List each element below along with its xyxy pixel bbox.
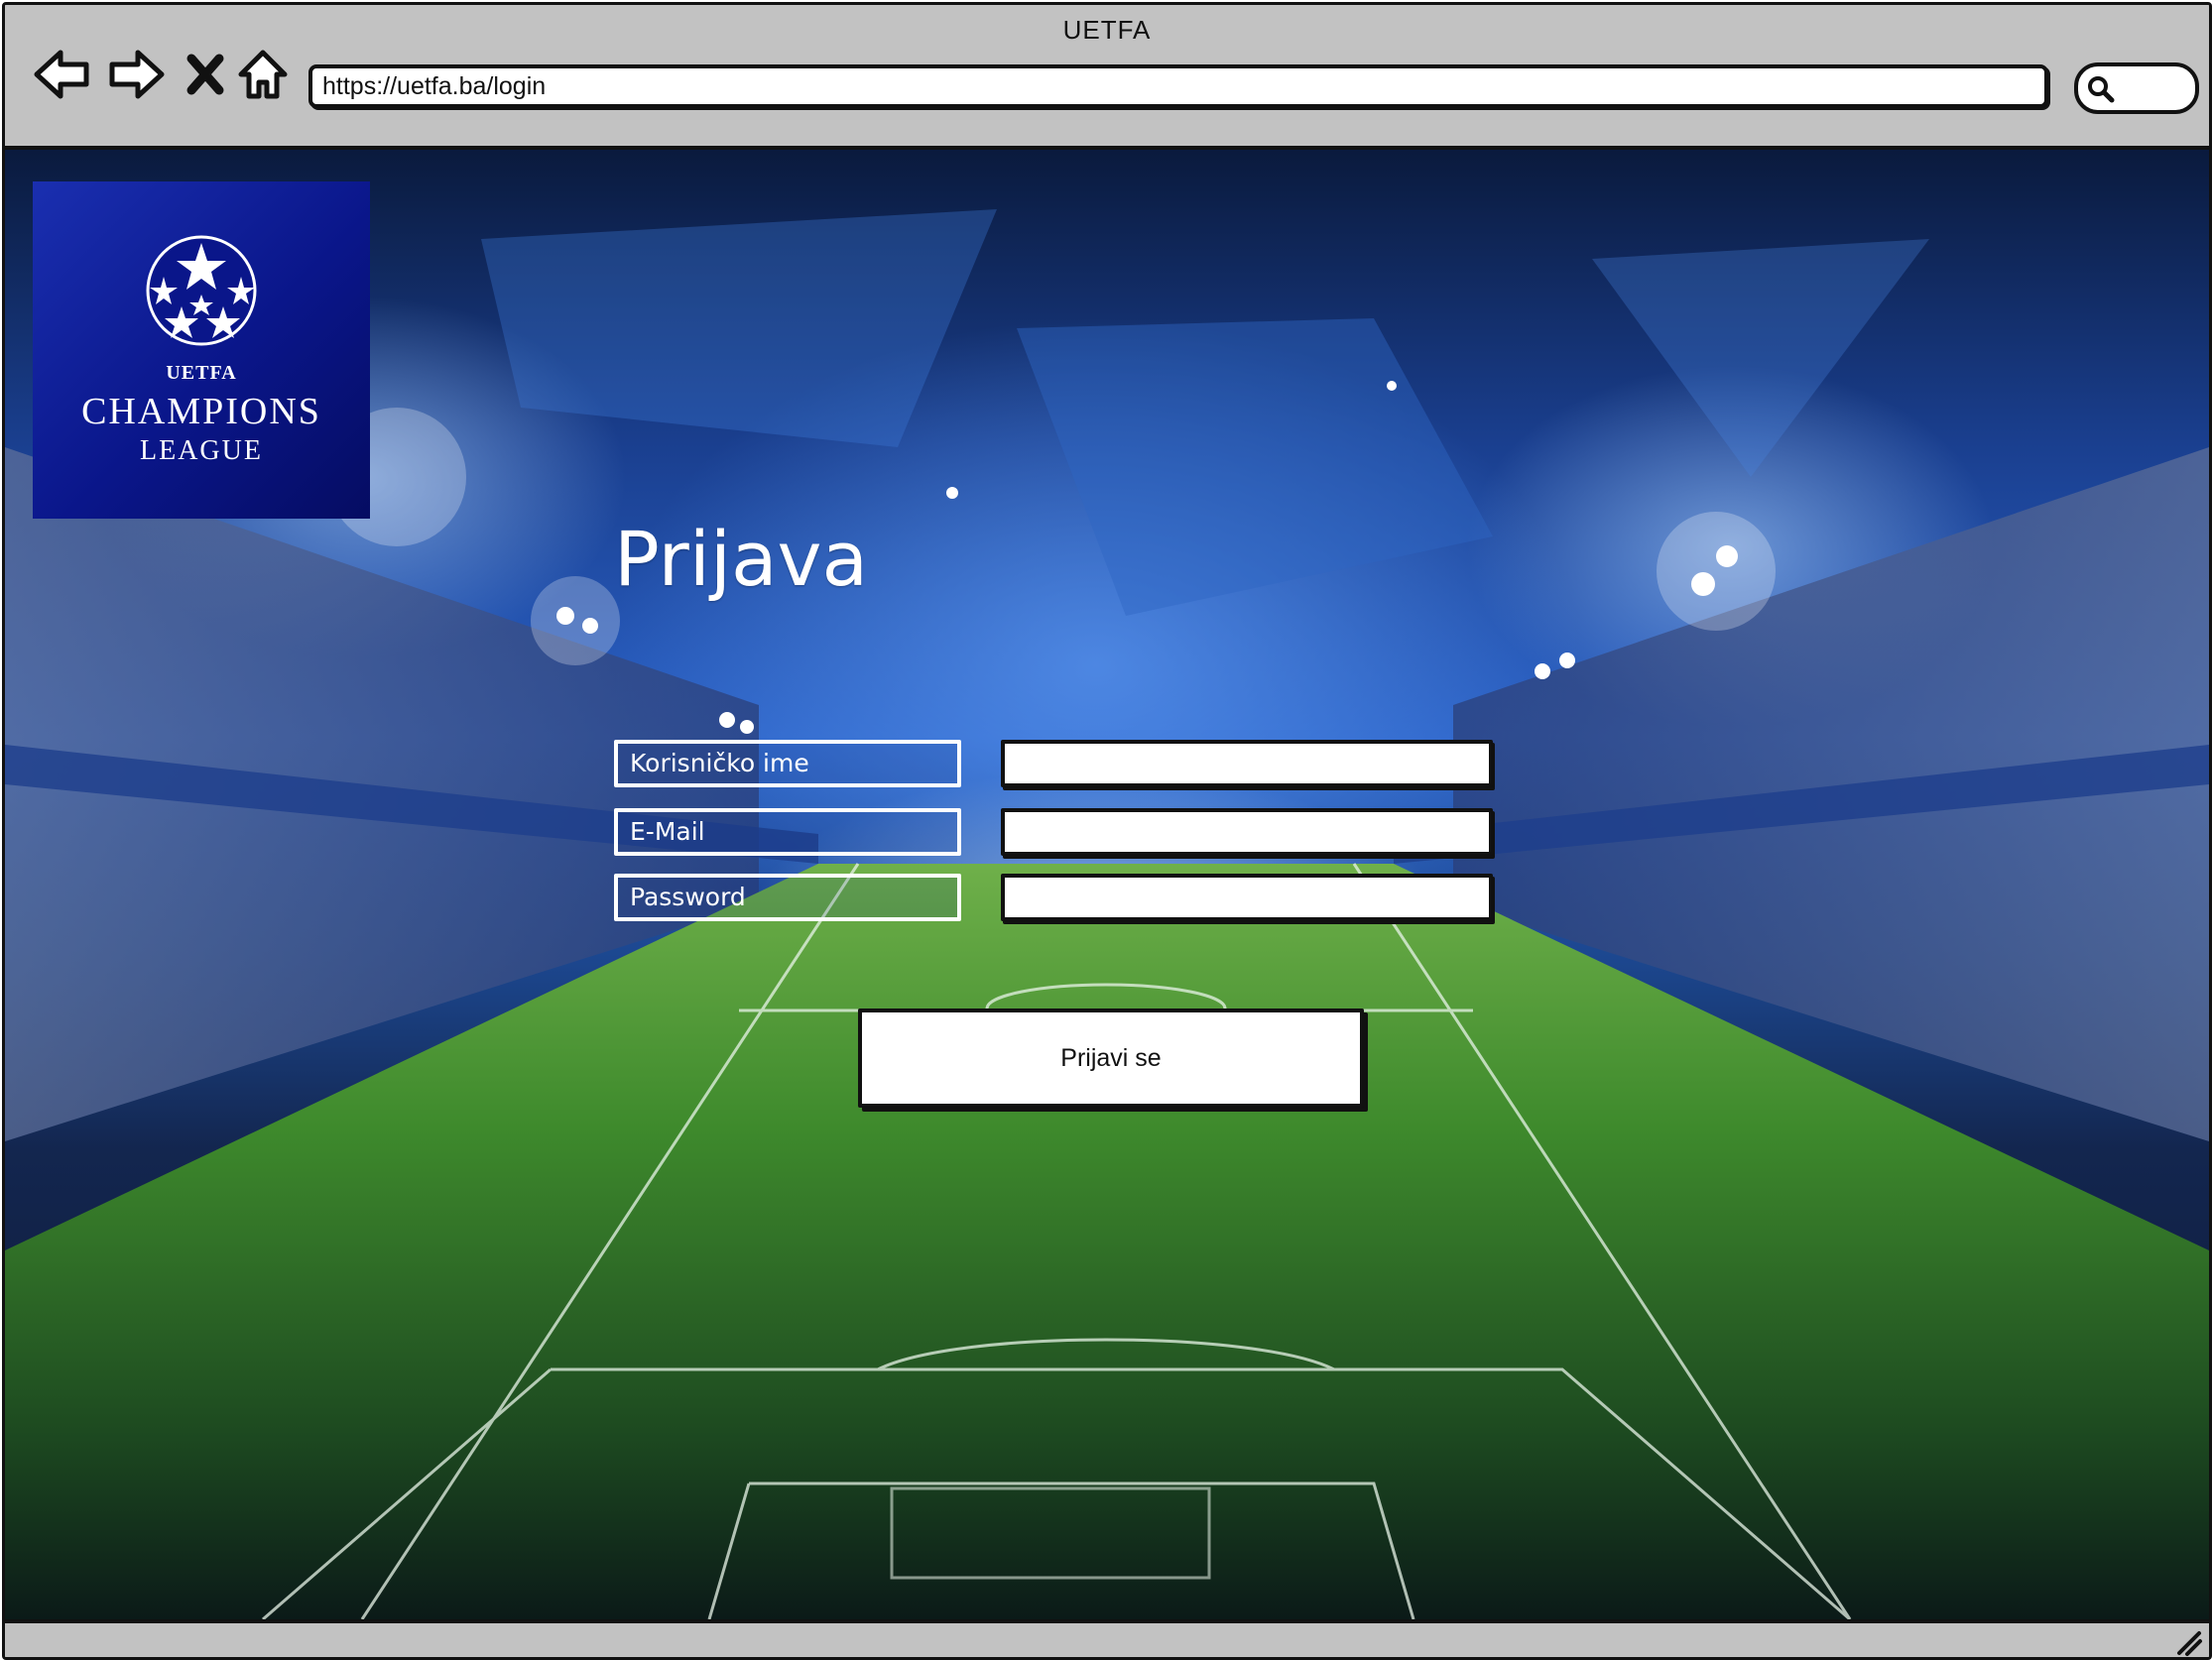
logo-main-text: CHAMPIONS bbox=[81, 391, 321, 432]
home-icon[interactable] bbox=[237, 47, 289, 102]
page-content: UETFA CHAMPIONS LEAGUE Prijava Korisničk… bbox=[5, 150, 2209, 1619]
logo-sub-text: LEAGUE bbox=[140, 435, 263, 466]
address-bar[interactable]: https://uetfa.ba/login bbox=[308, 64, 2048, 108]
starball-icon bbox=[146, 235, 257, 346]
search-icon bbox=[2088, 76, 2115, 103]
status-bar bbox=[5, 1619, 2209, 1657]
password-label: Password bbox=[614, 874, 961, 921]
browser-toolbar: UETFA https://uetfa.ba/login bbox=[5, 5, 2209, 150]
username-field[interactable] bbox=[1001, 740, 1493, 787]
email-field[interactable] bbox=[1001, 808, 1493, 856]
browser-search[interactable] bbox=[2074, 62, 2199, 114]
forward-arrow-icon[interactable] bbox=[106, 47, 166, 102]
username-label: Korisničko ime bbox=[614, 740, 961, 787]
logo-uefa-text: UETFA bbox=[166, 362, 237, 384]
login-button[interactable]: Prijavi se bbox=[858, 1008, 1364, 1108]
window-title: UETFA bbox=[1062, 15, 1152, 45]
address-url: https://uetfa.ba/login bbox=[322, 72, 547, 100]
page-title: Prijava bbox=[614, 515, 869, 603]
resize-grip-icon[interactable] bbox=[2173, 1627, 2203, 1657]
close-icon[interactable] bbox=[184, 47, 227, 102]
email-label: E-Mail bbox=[614, 808, 961, 856]
browser-window: UETFA https://uetfa.ba/login UETFA CHAMP… bbox=[2, 2, 2212, 1660]
champions-league-logo: UETFA CHAMPIONS LEAGUE bbox=[33, 181, 370, 519]
back-arrow-icon[interactable] bbox=[33, 47, 92, 102]
password-field[interactable] bbox=[1001, 874, 1493, 921]
